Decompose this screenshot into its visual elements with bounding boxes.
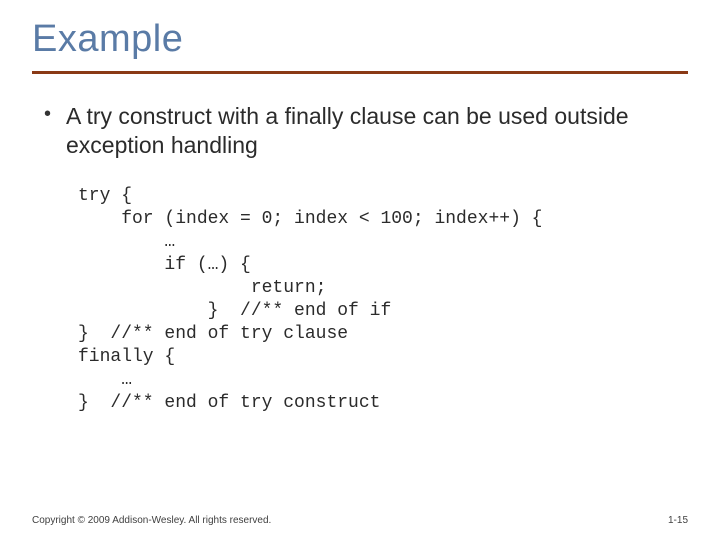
slide: Example A try construct with a finally c… (0, 0, 720, 540)
bullet-list: A try construct with a finally clause ca… (40, 102, 688, 161)
title-underline (32, 71, 688, 74)
slide-title: Example (32, 18, 688, 61)
bullet-item: A try construct with a finally clause ca… (40, 102, 686, 161)
copyright-text: Copyright © 2009 Addison-Wesley. All rig… (32, 515, 271, 526)
footer: Copyright © 2009 Addison-Wesley. All rig… (32, 515, 688, 526)
code-block: try { for (index = 0; index < 100; index… (78, 185, 688, 415)
slide-body: A try construct with a finally clause ca… (32, 102, 688, 415)
page-number: 1-15 (668, 515, 688, 526)
